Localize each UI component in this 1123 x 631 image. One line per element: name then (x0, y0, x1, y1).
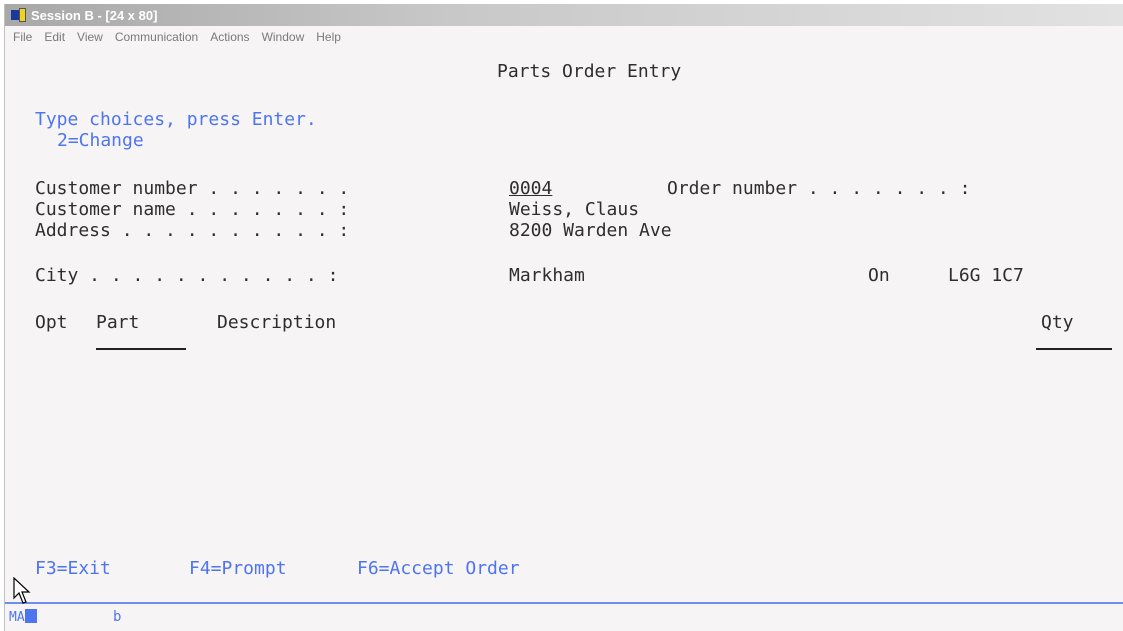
operator-info-area: MA b (5, 605, 1123, 631)
fkey-prompt[interactable]: F4=Prompt (189, 559, 287, 579)
address-value: 8200 Warden Ave (509, 220, 672, 241)
instruction-text: Type choices, press Enter. (35, 109, 317, 130)
city-value: Markham (509, 265, 585, 286)
status-separator (5, 602, 1123, 604)
column-header-opt: Opt (35, 312, 68, 333)
part-input-field[interactable] (96, 348, 186, 350)
mouse-pointer-icon (13, 577, 31, 604)
customer-name-value: Weiss, Claus (509, 199, 640, 220)
fkey-accept-order[interactable]: F6=Accept Order (357, 559, 520, 579)
column-header-qty: Qty (1041, 312, 1074, 333)
customer-number-field[interactable]: 0004 (509, 179, 552, 199)
customer-number-label: Customer number . . . . . . . (35, 178, 350, 199)
session-window: Session B - [24 x 80] File Edit View Com… (4, 4, 1123, 631)
column-header-part: Part (96, 312, 140, 333)
order-number-label: Order number . . . . . . . : (667, 178, 971, 199)
column-header-description: Description (217, 312, 337, 333)
oia-indicator: b (113, 609, 122, 625)
city-label: City . . . . . . . . . . . : (35, 265, 339, 286)
screen-heading: Parts Order Entry (497, 61, 682, 82)
qty-input-field[interactable] (1036, 348, 1112, 350)
address-label: Address . . . . . . . . . . : (35, 220, 350, 241)
option-legend: 2=Change (57, 130, 144, 151)
postal-code-value: L6G 1C7 (948, 265, 1024, 286)
customer-name-label: Customer name . . . . . . . : (35, 199, 350, 220)
terminal-screen: Parts Order Entry Type choices, press En… (5, 4, 1123, 631)
oia-mode: MA (9, 609, 37, 625)
fkey-exit[interactable]: F3=Exit (35, 559, 111, 579)
province-value: On (868, 265, 890, 286)
oia-cursor-block (24, 609, 37, 623)
